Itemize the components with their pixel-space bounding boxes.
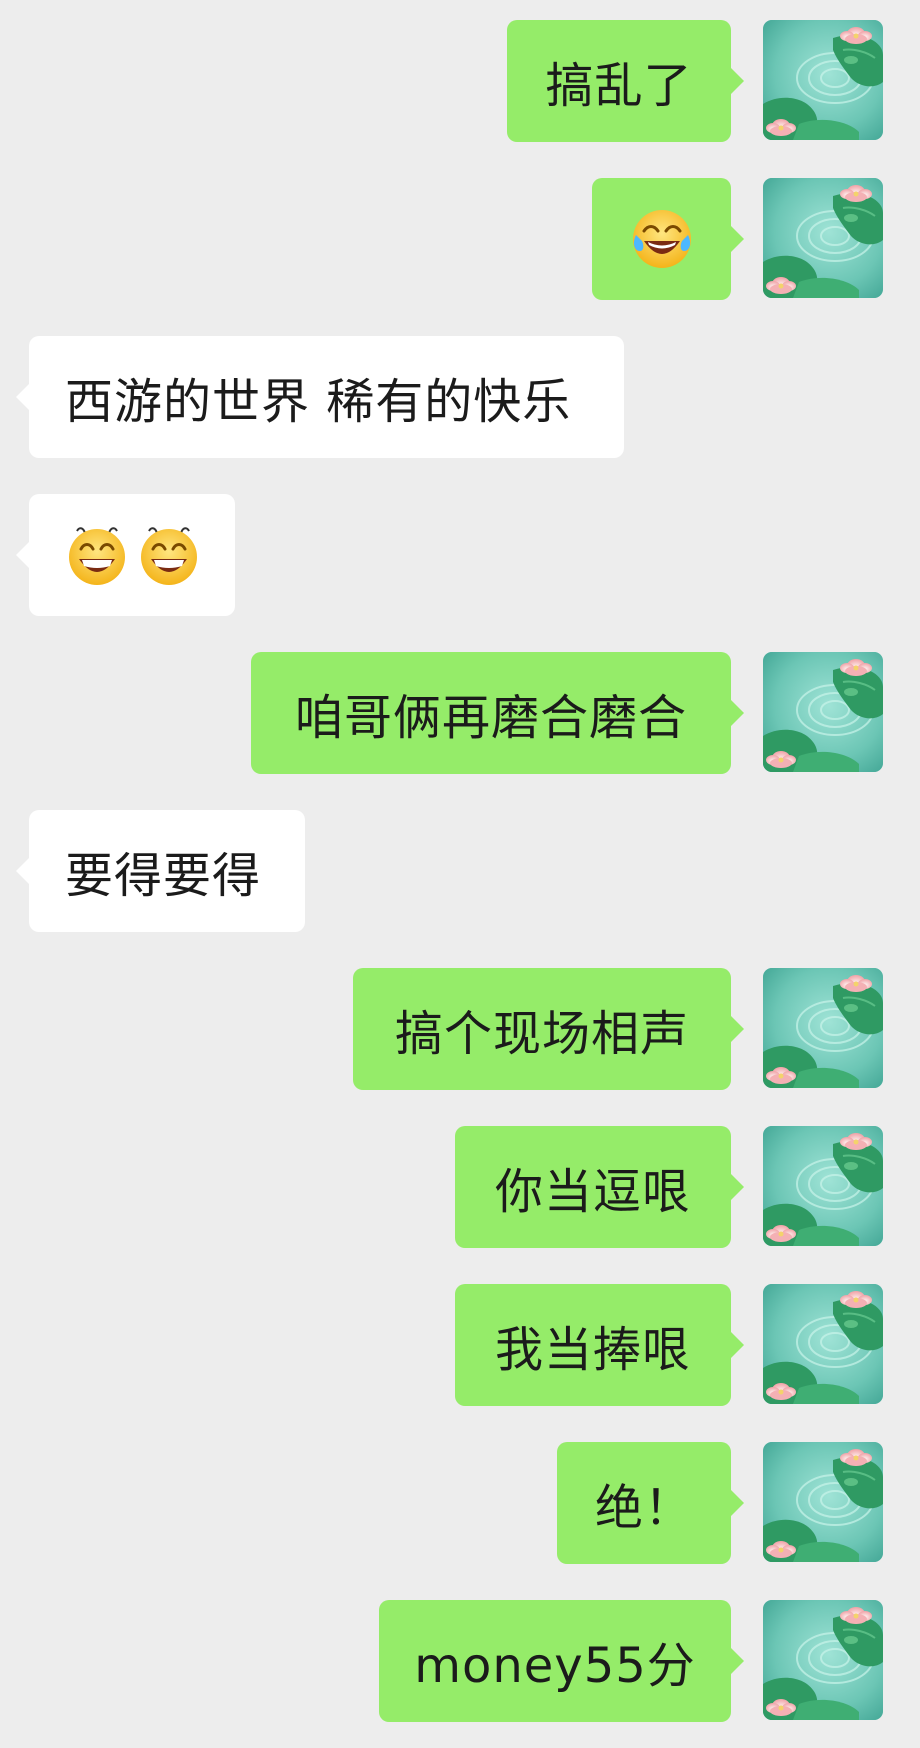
message-row: 我当捧哏 (0, 1284, 920, 1406)
message-row: 搞乱了 (0, 20, 920, 142)
my-message-bubble[interactable] (592, 178, 744, 300)
my-avatar[interactable] (763, 178, 883, 298)
lotus-pond-avatar-icon (763, 178, 883, 298)
their-message-bubble[interactable] (16, 494, 235, 616)
message-text: 咱哥俩再磨合磨合 (294, 690, 687, 746)
message-row (0, 494, 920, 616)
message-row: 你当逗哏 (0, 1126, 920, 1248)
my-message-bubble[interactable]: 我当捧哏 (455, 1284, 744, 1406)
my-message-bubble[interactable]: 你当逗哏 (455, 1126, 744, 1248)
message-text: 要得要得 (65, 848, 262, 904)
my-message-bubble[interactable]: 绝！ (557, 1442, 744, 1564)
lotus-pond-avatar-icon (763, 1126, 883, 1246)
my-avatar[interactable] (763, 968, 883, 1088)
my-avatar[interactable] (763, 652, 883, 772)
lotus-pond-avatar-icon (763, 20, 883, 140)
message-row: 搞个现场相声 (0, 968, 920, 1090)
message-row: money55分 (0, 1600, 920, 1722)
my-avatar[interactable] (763, 20, 883, 140)
tears-of-joy-emoji-icon (630, 207, 694, 271)
their-message-bubble[interactable]: 要得要得 (16, 810, 305, 932)
message-text: money55分 (414, 1638, 696, 1694)
my-avatar[interactable] (763, 1600, 883, 1720)
lotus-pond-avatar-icon (763, 652, 883, 772)
my-avatar[interactable] (763, 1442, 883, 1562)
grin-emoji-icon (137, 523, 201, 587)
lotus-pond-avatar-icon (763, 1442, 883, 1562)
lotus-pond-avatar-icon (763, 968, 883, 1088)
message-row: 绝！ (0, 1442, 920, 1564)
my-avatar[interactable] (763, 1284, 883, 1404)
message-row: 要得要得 (0, 810, 920, 932)
my-message-bubble[interactable]: 咱哥俩再磨合磨合 (251, 652, 744, 774)
message-text: 搞乱了 (545, 58, 693, 114)
message-text: 绝！ (594, 1480, 693, 1536)
grin-emoji-icon (65, 523, 129, 587)
message-row (0, 178, 920, 300)
their-message-bubble[interactable]: 西游的世界 稀有的快乐 (16, 336, 624, 458)
message-text: 你当逗哏 (494, 1164, 691, 1220)
my-message-bubble[interactable]: 搞乱了 (507, 20, 744, 142)
lotus-pond-avatar-icon (763, 1284, 883, 1404)
message-text: 我当捧哏 (494, 1322, 691, 1378)
my-message-bubble[interactable]: 搞个现场相声 (353, 968, 744, 1090)
my-message-bubble[interactable]: money55分 (379, 1600, 744, 1722)
message-row: 咱哥俩再磨合磨合 (0, 652, 920, 774)
message-text: 搞个现场相声 (394, 1006, 689, 1062)
my-avatar[interactable] (763, 1126, 883, 1246)
message-row: 西游的世界 稀有的快乐 (0, 336, 920, 458)
message-text: 西游的世界 稀有的快乐 (65, 374, 572, 430)
lotus-pond-avatar-icon (763, 1600, 883, 1720)
